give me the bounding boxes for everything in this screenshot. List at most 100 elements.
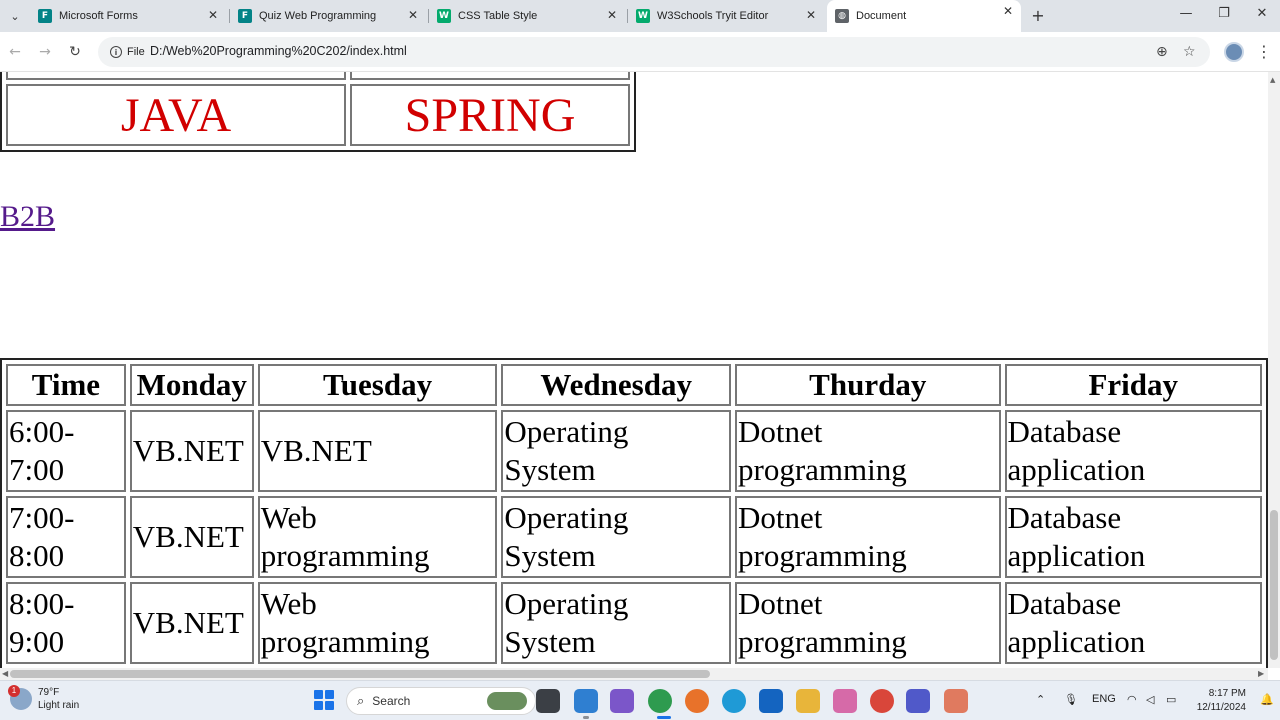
url-text[interactable]: D:/Web%20Programming%20C202/index.html <box>150 44 407 58</box>
powerpoint-icon[interactable] <box>944 689 968 713</box>
system-clock[interactable]: 8:17 PM 12/11/2024 <box>1190 687 1246 715</box>
table-cell: Dotnet programming <box>735 410 1001 492</box>
tray-chevron-icon[interactable]: ⌃ <box>1036 693 1045 706</box>
vertical-scrollbar[interactable]: ▲ <box>1268 72 1280 668</box>
chrome-icon[interactable] <box>648 689 672 713</box>
cell-text: programming <box>260 624 430 659</box>
tab-close-icon[interactable]: ✕ <box>607 8 617 22</box>
cell-text: 8:00 <box>9 538 65 573</box>
tab-close-icon[interactable]: ✕ <box>208 8 218 22</box>
file-explorer-icon[interactable] <box>796 689 820 713</box>
tab-search-chevron-icon[interactable]: ⌄ <box>4 5 26 27</box>
scroll-left-icon[interactable]: ◀ <box>2 669 8 678</box>
weather-widget[interactable]: 1 79°F Light rain <box>8 685 79 712</box>
running-indicator <box>583 716 589 719</box>
address-bar[interactable]: i File D:/Web%20Programming%20C202/index… <box>98 37 1210 67</box>
vscode-icon[interactable] <box>574 689 598 713</box>
cell-text: 6:00- <box>9 414 75 449</box>
minimize-button[interactable]: — <box>1176 6 1196 21</box>
table-row: 7:00- 8:00 VB.NET Web programming Operating Sy… <box>6 496 1262 578</box>
tab-close-icon[interactable]: ✕ <box>806 8 816 22</box>
window-close-button[interactable]: ✕ <box>1252 6 1272 21</box>
zoom-icon[interactable]: ⊕ <box>1156 44 1168 60</box>
cell-text: VB.NET <box>132 605 244 640</box>
cell-text: 7:00 <box>9 452 65 487</box>
tab-close-icon[interactable]: ✕ <box>408 8 418 22</box>
volume-icon[interactable]: ◁ <box>1146 693 1154 706</box>
cell-text: Web <box>260 500 317 535</box>
start-windows-icon[interactable] <box>314 690 334 710</box>
visual-studio-icon[interactable] <box>610 689 634 713</box>
cell-text: application <box>1007 538 1146 573</box>
table-cell: 8:00- 9:00 <box>6 582 126 664</box>
table-cell: Operating System <box>501 410 731 492</box>
bookmark-star-icon[interactable]: ☆ <box>1183 44 1196 60</box>
taskbar-search[interactable]: ⌕ Search <box>346 687 536 715</box>
tab-0[interactable]: F Microsoft Forms ✕ <box>30 4 226 28</box>
cell-text: Operating <box>504 414 629 449</box>
microphone-icon[interactable]: 🎙 <box>1064 693 1078 706</box>
table-cell: Database application <box>1004 496 1262 578</box>
reload-icon[interactable]: ↻ <box>65 42 85 62</box>
scheme-label: File <box>127 46 145 58</box>
tab-1[interactable]: F Quiz Web Programming ✕ <box>230 4 426 28</box>
cell-text: System <box>504 624 596 659</box>
notification-bell-icon[interactable]: 🔔 <box>1260 693 1274 707</box>
battery-icon[interactable]: ▭ <box>1166 693 1176 706</box>
cell-text: 9:00 <box>9 624 65 659</box>
schedule-table: Time Monday Tuesday Wednesday Thurday Friday … <box>0 358 1268 668</box>
table-cell: Dotnet programming <box>735 582 1001 664</box>
cell-text: VB.NET <box>260 433 372 468</box>
tab-label: W3Schools Tryit Editor <box>657 10 769 22</box>
site-info-chip[interactable]: i File <box>104 42 151 62</box>
cell-text: VB.NET <box>132 519 244 554</box>
language-indicator[interactable]: ENG <box>1092 693 1116 705</box>
table-cell: Operating System <box>501 582 731 664</box>
tab-2[interactable]: W CSS Table Style ✕ <box>429 4 625 28</box>
firefox-icon[interactable] <box>685 689 709 713</box>
cell-text: Database <box>1007 500 1122 535</box>
cell-text: Dotnet <box>738 414 823 449</box>
scroll-right-icon[interactable]: ▶ <box>1258 669 1264 678</box>
globe-icon: ◍ <box>835 9 849 23</box>
menu-kebab-icon[interactable]: ⋮ <box>1256 42 1272 61</box>
tab-4[interactable]: ◍ Document ✕ <box>827 0 1021 32</box>
profile-avatar[interactable] <box>1224 42 1244 62</box>
cell-text: System <box>504 452 596 487</box>
scroll-up-icon[interactable]: ▲ <box>1270 76 1275 84</box>
wifi-icon[interactable]: ◠ <box>1127 693 1137 706</box>
tab-3[interactable]: W W3Schools Tryit Editor ✕ <box>628 4 824 28</box>
back-icon[interactable]: ← <box>5 42 25 62</box>
horizontal-scrollbar[interactable]: ◀ ▶ <box>0 668 1268 680</box>
b2b-link[interactable]: B2B <box>0 200 55 234</box>
table-cell: Web programming <box>257 496 498 578</box>
column-header: Friday <box>1004 364 1262 406</box>
chrome-profile-icon[interactable] <box>870 689 894 713</box>
cell-text: System <box>504 538 596 573</box>
cell-text: application <box>1007 624 1146 659</box>
table-cell: Database application <box>1004 410 1262 492</box>
vertical-scroll-thumb[interactable] <box>1270 510 1278 660</box>
horizontal-scroll-thumb[interactable] <box>10 670 710 678</box>
info-icon: i <box>110 46 122 58</box>
tab-label: Quiz Web Programming <box>259 10 377 22</box>
framework-row: PHP SYMFONY <box>6 72 630 80</box>
w3schools-icon: W <box>437 9 451 23</box>
framework-table: PHP SYMFONY JAVASPRING <box>0 72 636 152</box>
task-view-icon[interactable] <box>536 689 560 713</box>
new-tab-button[interactable]: + <box>1028 6 1048 26</box>
edge-icon[interactable] <box>722 689 746 713</box>
restore-button[interactable]: ❐ <box>1214 6 1234 21</box>
cell-text: Dotnet <box>738 500 823 535</box>
column-header: Time <box>6 364 126 406</box>
teams-icon[interactable] <box>906 689 930 713</box>
forward-icon[interactable]: → <box>35 42 55 62</box>
copilot-icon[interactable] <box>833 689 857 713</box>
outlook-icon[interactable] <box>759 689 783 713</box>
cell-text: 8:00- <box>9 586 75 621</box>
table-cell: VB.NET <box>129 496 254 578</box>
weather-icon: 1 <box>8 685 32 710</box>
tab-label: Microsoft Forms <box>59 10 138 22</box>
tab-close-icon[interactable]: ✕ <box>1003 4 1013 18</box>
cell-text: Database <box>1007 414 1122 449</box>
